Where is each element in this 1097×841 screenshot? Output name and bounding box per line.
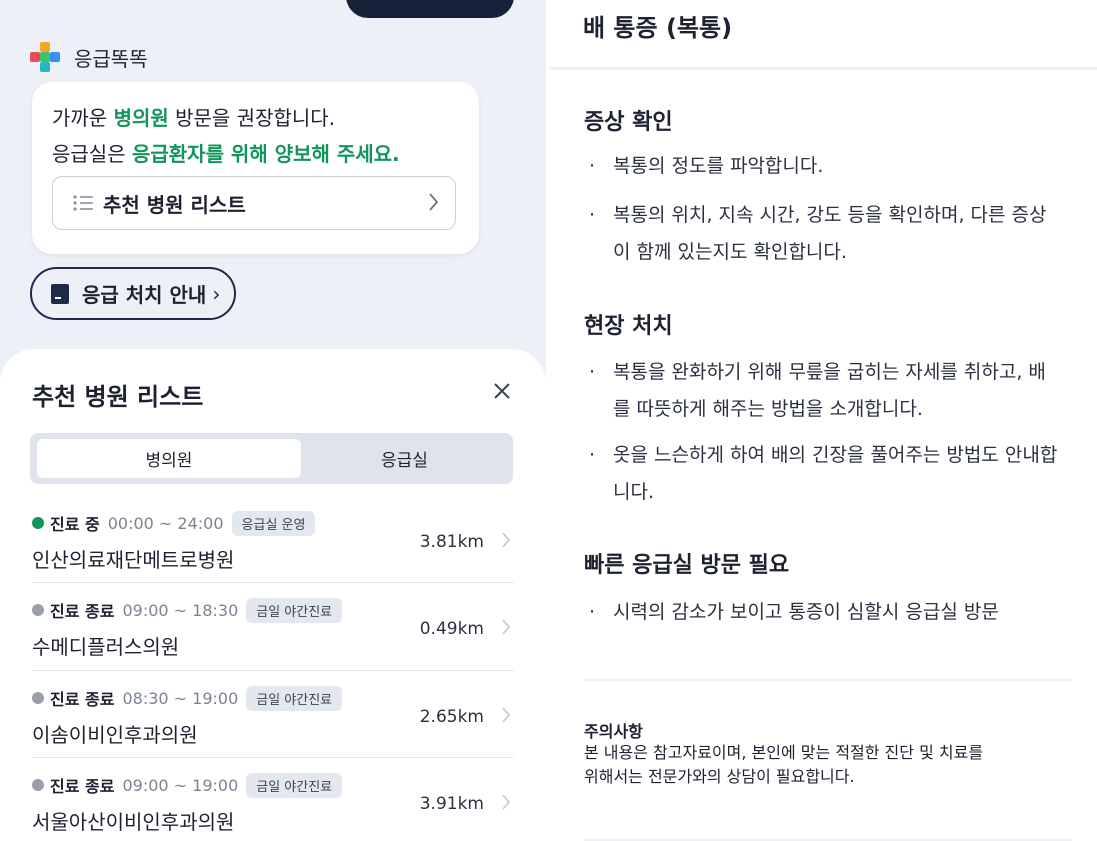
chevron-right-icon [502, 619, 511, 635]
brand-header: 응급똑똑 [30, 42, 148, 72]
status-text: 진료 중 [50, 515, 100, 534]
sheet-title: 추천 병원 리스트 [32, 383, 204, 411]
bullet-item: · 옷을 느슨하게 하여 배의 긴장을 풀어주는 방법도 안내합니다. [589, 437, 1059, 511]
status-dot [32, 779, 44, 791]
status-text: 진료 종료 [50, 690, 115, 709]
tab-clinic[interactable]: 병의원 [37, 439, 301, 478]
chevron-right-icon: › [212, 281, 221, 306]
notice-highlight-clinic: 병의원 [113, 106, 169, 130]
hospital-distance: 0.49km [419, 619, 484, 639]
brand-name: 응급똑똑 [74, 46, 148, 71]
hospital-row[interactable]: 진료 종료 09:00 ~ 19:00 금일 야간진료 서울아산이비인후과의원 … [32, 772, 514, 841]
guide-button-label: 응급 처치 안내 [82, 283, 207, 307]
hospital-list-sheet: 추천 병원 리스트 병의원 응급실 진료 중 00:00 ~ 24:00 응급실… [0, 349, 546, 841]
first-aid-guide-button[interactable]: 응급 처치 안내 › [30, 267, 236, 320]
bullet-item: · 복통을 완화하기 위해 무릎을 굽히는 자세를 취하고, 배를 따뜻하게 해… [589, 354, 1059, 428]
section-title-onsite-care: 현장 처치 [584, 314, 673, 339]
status-badge: 금일 야간진료 [246, 685, 343, 711]
notice-line-2: 응급실은 응급환자를 위해 양보해 주세요. [52, 142, 400, 166]
hospital-name: 수메디플러스의원 [32, 635, 180, 659]
bullet-dot: · [589, 204, 596, 226]
status-badge: 응급실 운영 [231, 510, 316, 536]
hours-text: 00:00 ~ 24:00 [107, 513, 224, 533]
hours-text: 09:00 ~ 18:30 [122, 600, 239, 620]
book-icon [51, 283, 69, 304]
facility-type-tabs: 병의원 응급실 [30, 433, 513, 484]
brand-cross-icon [30, 42, 60, 72]
row-divider [32, 582, 514, 583]
bullet-item: · 시력의 감소가 보이고 통증이 심할시 응급실 방문 [589, 594, 1059, 631]
bullet-dot: · [589, 444, 596, 466]
status-dot [32, 517, 44, 529]
bullet-dot: · [589, 361, 596, 383]
hours-text: 09:00 ~ 19:00 [122, 775, 239, 795]
status-badge: 금일 야간진료 [246, 597, 343, 623]
hospital-row[interactable]: 진료 종료 08:30 ~ 19:00 금일 야간진료 이솜이비인후과의원 2.… [32, 685, 514, 773]
caution-title: 주의사항 [584, 722, 643, 741]
chevron-right-icon [502, 532, 511, 548]
top-action-button[interactable] [346, 0, 514, 18]
status-dot [32, 692, 44, 704]
recommended-hospital-list-button[interactable]: 추천 병원 리스트 [52, 176, 456, 230]
caution-body: 본 내용은 참고자료이며, 본인에 맞는 적절한 진단 및 치료를 위해서는 전… [584, 743, 984, 786]
hospital-distance: 3.81km [419, 532, 484, 552]
status-text: 진료 종료 [50, 777, 115, 796]
chevron-right-icon [502, 794, 511, 810]
chevron-right-icon [502, 707, 511, 723]
hospital-row[interactable]: 진료 종료 09:00 ~ 18:30 금일 야간진료 수메디플러스의원 0.4… [32, 597, 514, 685]
status-text: 진료 종료 [50, 602, 115, 621]
row-divider [32, 757, 514, 758]
bullet-item: · 복통의 위치, 지속 시간, 강도 등을 확인하며, 다른 증상이 함께 있… [589, 197, 1059, 271]
list-icon [73, 195, 93, 211]
list-button-label: 추천 병원 리스트 [103, 192, 246, 217]
notice-line-1: 가까운 병의원 방문을 권장합니다. [52, 106, 336, 130]
section-title-symptom-check: 증상 확인 [584, 110, 673, 135]
section-title-urgent-visit: 빠른 응급실 방문 필요 [584, 553, 790, 578]
status-dot [32, 604, 44, 616]
hospital-distance: 3.91km [419, 794, 484, 814]
header-divider [549, 67, 1097, 70]
bullet-item: · 복통의 정도를 파악합니다. [589, 148, 1059, 185]
page-title: 배 통증 (복통) [583, 14, 733, 42]
status-badge: 금일 야간진료 [246, 772, 343, 798]
hospital-distance: 2.65km [419, 707, 484, 727]
caution-divider [584, 679, 1072, 681]
hospital-row[interactable]: 진료 중 00:00 ~ 24:00 응급실 운영 인산의료재단메트로병원 3.… [32, 510, 514, 598]
bullet-dot: · [589, 601, 596, 623]
bullet-dot: · [589, 155, 596, 177]
hospital-name: 인산의료재단메트로병원 [32, 548, 235, 572]
emergency-app-panel: 응급똑똑 가까운 병의원 방문을 권장합니다. 응급실은 응급환자를 위해 양보… [0, 0, 546, 841]
hospital-name: 이솜이비인후과의원 [32, 723, 198, 747]
first-aid-detail-panel: 배 통증 (복통) 증상 확인 · 복통의 정도를 파악합니다. · 복통의 위… [549, 0, 1097, 841]
row-divider [32, 670, 514, 671]
hours-text: 08:30 ~ 19:00 [122, 688, 239, 708]
notice-highlight-yield: 응급환자를 위해 양보해 주세요. [131, 142, 400, 166]
close-icon[interactable] [488, 377, 516, 405]
tab-emergency-room[interactable]: 응급실 [302, 439, 507, 478]
notice-card: 가까운 병의원 방문을 권장합니다. 응급실은 응급환자를 위해 양보해 주세요… [32, 82, 479, 254]
hospital-name: 서울아산이비인후과의원 [32, 810, 235, 834]
chevron-right-icon [429, 193, 439, 211]
